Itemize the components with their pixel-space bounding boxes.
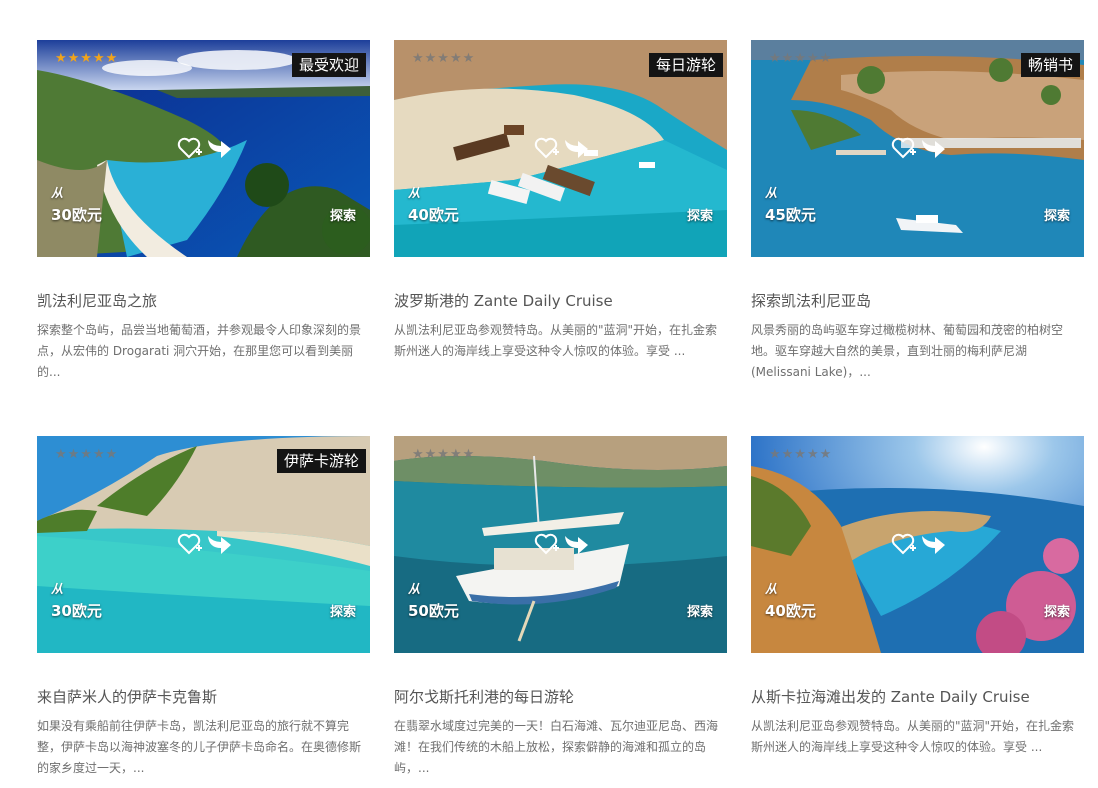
tour-grid: ★★★★★ 最受欢迎 从 30欧元 探索 凯法利尼亚岛之旅 探索整个岛屿，品尝当… <box>0 0 1098 788</box>
tour-price: 50欧元 <box>408 602 459 620</box>
wishlist-heart-icon[interactable] <box>891 532 917 556</box>
from-label: 从 <box>51 186 64 200</box>
card-actions <box>891 136 951 160</box>
card-actions <box>534 136 594 160</box>
tour-title[interactable]: 从斯卡拉海滩出发的 Zante Daily Cruise <box>751 686 1084 708</box>
tour-card[interactable]: ★★★★★ 从 40欧元 探索 从斯卡拉海滩出发的 Zante Daily Cr… <box>751 436 1084 758</box>
share-arrow-icon[interactable] <box>562 136 590 160</box>
tour-title[interactable]: 波罗斯港的 Zante Daily Cruise <box>394 290 727 312</box>
share-arrow-icon[interactable] <box>205 532 233 556</box>
tour-photo[interactable]: ★★★★★ 最受欢迎 从 30欧元 探索 <box>37 40 370 257</box>
from-label: 从 <box>765 582 778 596</box>
tour-title[interactable]: 来自萨米人的伊萨卡克鲁斯 <box>37 686 370 708</box>
tour-photo[interactable]: ★★★★★ 每日游轮 从 40欧元 探索 <box>394 40 727 257</box>
explore-link[interactable]: 探索 <box>330 205 356 224</box>
tour-price: 30欧元 <box>51 206 102 224</box>
card-badge: 畅销书 <box>1020 53 1080 77</box>
card-actions <box>534 532 594 556</box>
wishlist-heart-icon[interactable] <box>177 136 203 160</box>
from-label: 从 <box>51 582 64 596</box>
explore-link[interactable]: 探索 <box>1044 205 1070 224</box>
wishlist-heart-icon[interactable] <box>534 136 560 160</box>
share-arrow-icon[interactable] <box>205 136 233 160</box>
tour-photo[interactable]: ★★★★★ 从 40欧元 探索 <box>751 436 1084 653</box>
wishlist-heart-icon[interactable] <box>534 532 560 556</box>
from-label: 从 <box>765 186 778 200</box>
tour-photo[interactable]: ★★★★★ 畅销书 从 45欧元 探索 <box>751 40 1084 257</box>
card-badge: 最受欢迎 <box>291 53 366 77</box>
tour-price: 40欧元 <box>765 602 816 620</box>
tour-title[interactable]: 阿尔戈斯托利港的每日游轮 <box>394 686 727 708</box>
explore-link[interactable]: 探索 <box>1044 601 1070 620</box>
tour-description: 从凯法利尼亚岛参观赞特岛。从美丽的"蓝洞"开始，在扎金索斯州迷人的海岸线上享受这… <box>394 323 718 358</box>
share-arrow-icon[interactable] <box>919 532 947 556</box>
tour-title[interactable]: 探索凯法利尼亚岛 <box>751 290 1084 312</box>
explore-link[interactable]: 探索 <box>687 205 713 224</box>
rating-stars: ★★★★★ <box>769 447 833 462</box>
wishlist-heart-icon[interactable] <box>891 136 917 160</box>
share-arrow-icon[interactable] <box>562 532 590 556</box>
tour-price: 40欧元 <box>408 206 459 224</box>
rating-stars: ★★★★★ <box>412 51 476 66</box>
tour-photo[interactable]: ★★★★★ 伊萨卡游轮 从 30欧元 探索 <box>37 436 370 653</box>
card-actions <box>177 136 237 160</box>
tour-photo[interactable]: ★★★★★ 从 50欧元 探索 <box>394 436 727 653</box>
tour-card[interactable]: ★★★★★ 从 50欧元 探索 阿尔戈斯托利港的每日游轮 在翡翠水域度过完美的一… <box>394 436 727 779</box>
tour-description: 在翡翠水域度过完美的一天！白石海滩、瓦尔迪亚尼岛、西海滩！在我们传统的木船上放松… <box>394 719 719 775</box>
card-badge: 伊萨卡游轮 <box>276 449 366 473</box>
from-label: 从 <box>408 186 421 200</box>
card-actions <box>177 532 237 556</box>
tour-card[interactable]: ★★★★★ 最受欢迎 从 30欧元 探索 凯法利尼亚岛之旅 探索整个岛屿，品尝当… <box>37 40 370 383</box>
explore-link[interactable]: 探索 <box>687 601 713 620</box>
tour-price: 45欧元 <box>765 206 816 224</box>
tour-card[interactable]: ★★★★★ 畅销书 从 45欧元 探索 探索凯法利尼亚岛 风景秀丽的岛屿驱车穿过… <box>751 40 1084 383</box>
tour-description: 风景秀丽的岛屿驱车穿过橄榄树林、葡萄园和茂密的柏树空地。驱车穿越大自然的美景，直… <box>751 323 1064 379</box>
tour-card[interactable]: ★★★★★ 伊萨卡游轮 从 30欧元 探索 来自萨米人的伊萨卡克鲁斯 如果没有乘… <box>37 436 370 779</box>
tour-price: 30欧元 <box>51 602 102 620</box>
wishlist-heart-icon[interactable] <box>177 532 203 556</box>
tour-card[interactable]: ★★★★★ 每日游轮 从 40欧元 探索 波罗斯港的 Zante Daily C… <box>394 40 727 362</box>
card-badge: 每日游轮 <box>648 53 723 77</box>
share-arrow-icon[interactable] <box>919 136 947 160</box>
explore-link[interactable]: 探索 <box>330 601 356 620</box>
tour-title[interactable]: 凯法利尼亚岛之旅 <box>37 290 370 312</box>
tour-description: 如果没有乘船前往伊萨卡岛，凯法利尼亚岛的旅行就不算完整，伊萨卡岛以海神波塞冬的儿… <box>37 719 362 775</box>
card-actions <box>891 532 951 556</box>
rating-stars: ★★★★★ <box>769 51 833 66</box>
rating-stars: ★★★★★ <box>55 51 119 66</box>
rating-stars: ★★★★★ <box>55 447 119 462</box>
from-label: 从 <box>408 582 421 596</box>
tour-description: 从凯法利尼亚岛参观赞特岛。从美丽的"蓝洞"开始，在扎金索斯州迷人的海岸线上享受这… <box>751 719 1075 754</box>
rating-stars: ★★★★★ <box>412 447 476 462</box>
tour-description: 探索整个岛屿，品尝当地葡萄酒，并参观最令人印象深刻的景点，从宏伟的 Drogar… <box>37 323 362 379</box>
